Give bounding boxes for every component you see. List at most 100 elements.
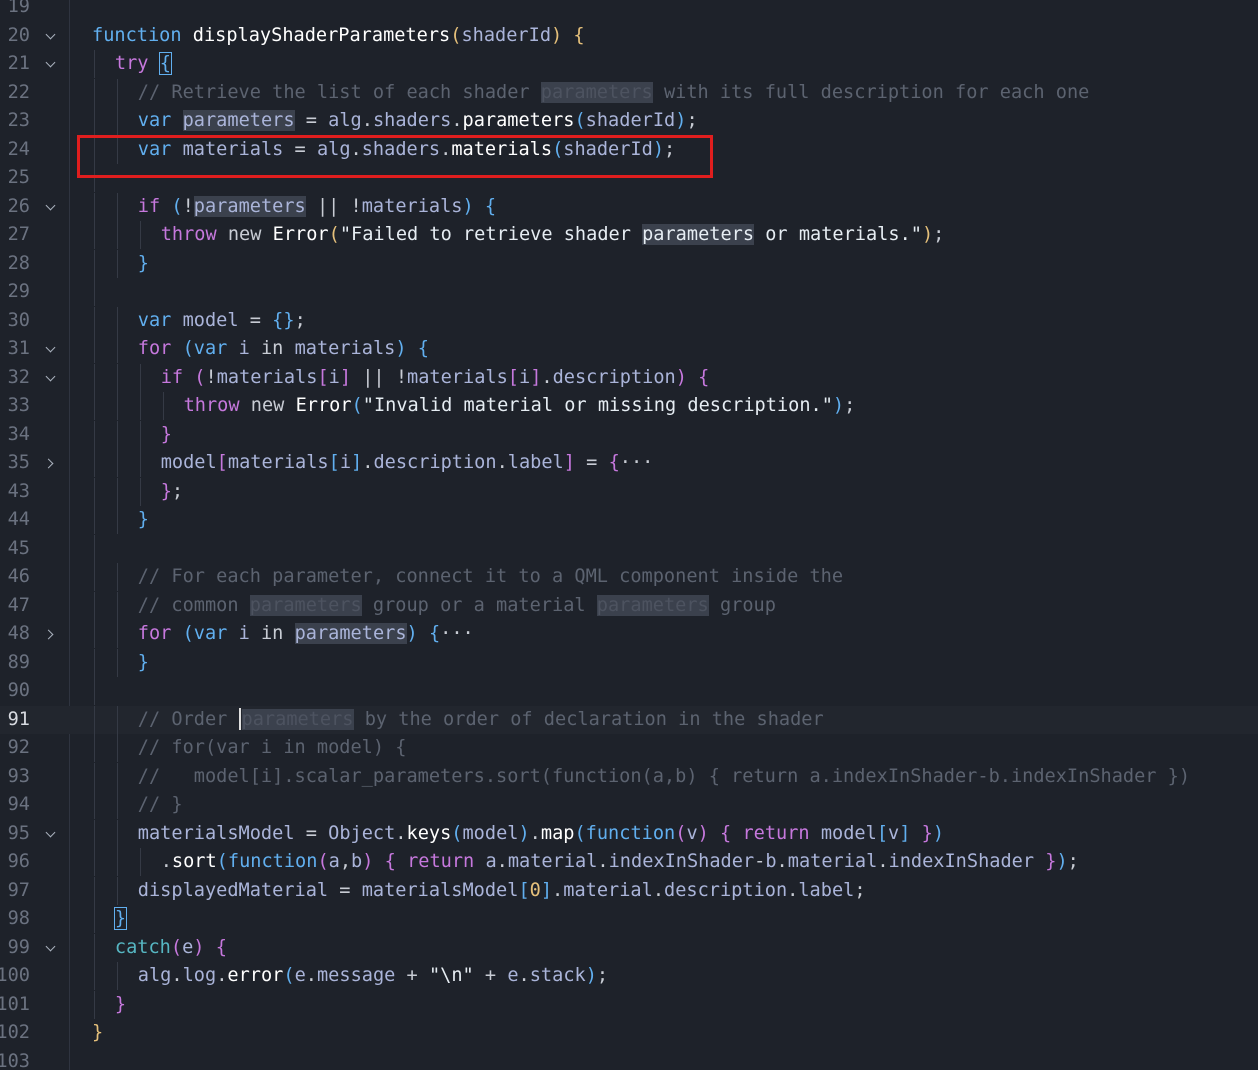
line-number: 90 <box>7 680 30 701</box>
code-token: [ <box>507 366 519 388</box>
code-line[interactable]: 90 <box>0 677 1258 705</box>
code-line[interactable]: 31 for (var i in materials) { <box>0 335 1258 363</box>
code-line[interactable]: 26 if (!parameters || !materials) { <box>0 192 1258 221</box>
code-token: { <box>417 338 429 359</box>
code-line[interactable]: 103 <box>0 1048 1258 1070</box>
line-code: // Retrieve the list of each shader para… <box>138 79 1089 107</box>
code-token: . <box>518 965 530 986</box>
code-line[interactable]: 22 // Retrieve the list of each shader pa… <box>0 78 1258 107</box>
code-line[interactable]: 47 // common parameters group or a materi… <box>0 591 1258 620</box>
code-line[interactable]: 97 displayedMaterial = materialsModel[0].… <box>0 876 1258 905</box>
code-token: . <box>877 851 889 872</box>
code-token: log <box>182 965 217 986</box>
code-line[interactable]: 45 <box>0 534 1258 563</box>
code-line[interactable]: 98} <box>0 905 1258 933</box>
chevron-down-icon[interactable] <box>42 193 62 221</box>
code-line[interactable]: 95 materialsModel = Object.keys(model).ma… <box>0 819 1258 848</box>
code-token: "Failed to retrieve shader <box>339 224 643 245</box>
code-token: ··· <box>440 623 474 644</box>
line-code: // common parameters group or a material… <box>138 592 776 620</box>
code-token: ) <box>921 224 934 245</box>
code-line[interactable]: 96 .sort(function(a,b) { return a.materia… <box>0 848 1258 876</box>
indent-guide <box>94 221 95 249</box>
chevron-down-icon[interactable] <box>42 50 62 78</box>
code-token: materials <box>361 195 463 217</box>
indent-guide <box>116 335 118 363</box>
code-token: "Invalid material or missing description… <box>362 395 833 416</box>
chevron-down-icon[interactable] <box>42 820 62 848</box>
code-line[interactable]: 35 model[materials[i].description.label] … <box>0 449 1258 477</box>
code-line[interactable]: 94 // } <box>0 791 1258 819</box>
code-line[interactable]: 43}; <box>0 477 1258 506</box>
code-token: } <box>160 480 172 502</box>
chevron-down-icon[interactable] <box>42 934 62 962</box>
line-number: 19 <box>7 0 30 17</box>
code-editor[interactable]: 19 20 function displayShaderParameters(sha… <box>0 0 1258 1070</box>
code-token: materials <box>407 366 508 388</box>
indent-guide <box>94 78 95 107</box>
code-token: . <box>160 851 172 872</box>
code-token: ) <box>551 24 563 46</box>
indent-guide <box>139 848 141 876</box>
code-token: + <box>473 965 508 986</box>
chevron-down-icon[interactable] <box>42 335 62 363</box>
code-token: materials <box>294 338 396 359</box>
line-number: 46 <box>7 566 30 587</box>
chevron-right-icon[interactable] <box>42 449 62 477</box>
code-line[interactable]: 100 alg.log.error(e.message + "\n" + e.st… <box>0 962 1258 990</box>
line-number: 35 <box>7 452 30 473</box>
code-line[interactable]: 48 for (var i in parameters) {··· <box>0 620 1258 648</box>
code-token: for <box>137 338 172 359</box>
code-line[interactable]: 23 var parameters = alg.shaders.parameter… <box>0 107 1258 135</box>
code-line[interactable]: 92 // for(var i in model) { <box>0 734 1258 762</box>
code-line[interactable]: 91 // Order parameters by the order of de… <box>0 705 1258 734</box>
line-number: 89 <box>7 651 30 673</box>
code-line[interactable]: 102} <box>0 1019 1258 1047</box>
line-code: // For each parameter, connect it to a Q… <box>138 563 843 591</box>
code-token: { <box>720 822 732 844</box>
indent-guide <box>116 705 118 734</box>
indent-guide <box>139 221 141 249</box>
code-token: label <box>507 452 564 473</box>
code-line[interactable]: 44} <box>0 506 1258 534</box>
line-number: 91 <box>7 708 30 730</box>
code-token: ) <box>406 623 418 644</box>
code-line[interactable]: 46 // For each parameter, connect it to a… <box>0 563 1258 591</box>
code-line[interactable]: 99 catch(e) { <box>0 933 1258 962</box>
code-token: map <box>540 822 575 844</box>
code-token: } <box>1045 851 1057 872</box>
code-line[interactable]: 33 throw new Error("Invalid material or m… <box>0 392 1258 420</box>
code-line[interactable]: 30 var model = {}; <box>0 306 1258 335</box>
chevron-down-icon[interactable] <box>42 364 62 392</box>
code-token: ) <box>395 338 407 359</box>
code-line[interactable]: 34} <box>0 420 1258 449</box>
code-line[interactable]: 29 <box>0 278 1258 306</box>
code-token: ! <box>182 195 194 217</box>
indent-guide <box>116 449 118 477</box>
code-line[interactable]: 93 // model[i].scalar_parameters.sort(fun… <box>0 762 1258 791</box>
indent-guide <box>116 192 118 221</box>
code-line[interactable]: 89} <box>0 648 1258 677</box>
line-number: 45 <box>7 537 30 559</box>
code-line[interactable]: 19 <box>0 0 1258 21</box>
code-line[interactable]: 27 throw new Error("Failed to retrieve sh… <box>0 221 1258 249</box>
code-line[interactable]: 21 try { <box>0 50 1258 78</box>
code-line[interactable]: 28} <box>0 249 1258 278</box>
indent-guide <box>139 420 141 449</box>
code-token: i <box>238 338 250 359</box>
chevron-down-icon[interactable] <box>42 22 62 50</box>
code-token: { <box>573 24 585 46</box>
code-token: ( <box>450 24 462 46</box>
line-number: 101 <box>0 993 30 1015</box>
chevron-right-icon[interactable] <box>42 620 62 648</box>
line-code: // for(var i in model) { <box>138 734 407 762</box>
code-token: ( <box>317 851 329 872</box>
indent-guide <box>94 278 95 306</box>
line-number: 102 <box>0 1022 30 1043</box>
code-line[interactable]: 32 if (!materials[i] || !materials[i].des… <box>0 363 1258 392</box>
code-line[interactable]: 20 function displayShaderParameters(shade… <box>0 22 1258 50</box>
code-line[interactable]: 101} <box>0 990 1258 1019</box>
